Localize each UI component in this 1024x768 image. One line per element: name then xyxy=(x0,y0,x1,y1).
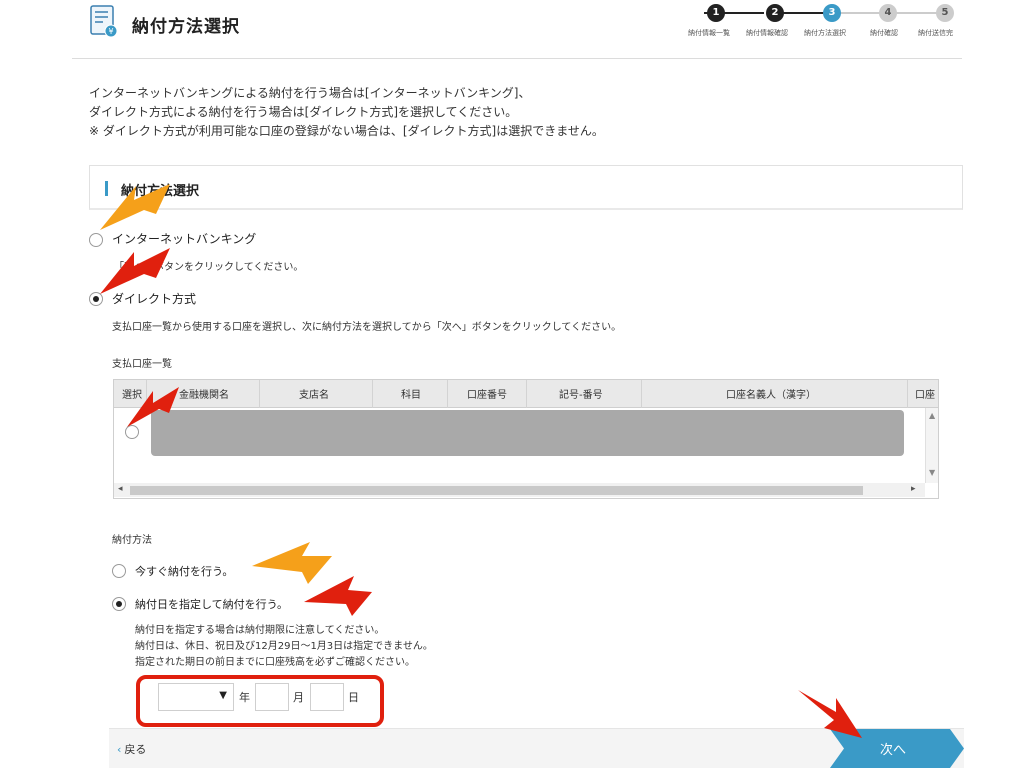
pay-now-radio[interactable] xyxy=(112,564,126,578)
scroll-up-icon[interactable]: ▲ xyxy=(929,411,935,420)
account-row-redacted xyxy=(151,410,904,456)
step-4-label: 納付確認 xyxy=(870,29,898,37)
month-unit: 月 xyxy=(293,691,304,704)
horizontal-scroll-thumb[interactable] xyxy=(130,486,863,495)
scheduled-note: 納付日を指定する場合は納付期限に注意してください。 xyxy=(135,625,385,636)
next-button-label[interactable]: 次へ xyxy=(880,739,906,758)
step-1-label: 納付情報一覧 xyxy=(688,29,730,37)
back-link[interactable]: ‹ 戻る xyxy=(117,741,146,757)
column-header-symbol-number: 記号-番号 xyxy=(559,390,603,401)
step-3-circle: 3 xyxy=(823,4,841,22)
scheduled-note: 納付日は、休日、祝日及び12月29日～1月3日は指定できません。 xyxy=(135,641,433,652)
step-4-circle: 4 xyxy=(879,4,897,22)
day-input[interactable] xyxy=(310,683,344,711)
column-divider xyxy=(447,380,448,408)
red-arrow-icon xyxy=(798,690,862,738)
step-2-circle: 2 xyxy=(766,4,784,22)
pay-now-label[interactable]: 今すぐ納付を行う。 xyxy=(135,563,233,579)
instruction-line: ダイレクト方式による納付を行う場合は[ダイレクト方式]を選択してください。 xyxy=(89,105,518,119)
chevron-down-icon: ▼ xyxy=(219,690,227,701)
scroll-down-icon[interactable]: ▼ xyxy=(929,468,935,477)
scroll-left-icon[interactable]: ◂ xyxy=(118,484,123,494)
instructions: インターネットバンキングによる納付を行う場合は[インターネットバンキング]、 ダ… xyxy=(89,84,604,141)
column-divider xyxy=(259,380,260,408)
account-table-header: 選択 金融機関名 支店名 科目 口座番号 記号-番号 口座名義人（漢字） 口座 xyxy=(114,380,938,408)
red-arrow-icon xyxy=(127,387,179,427)
page-header: ¥ 納付方法選択 1 2 3 4 5 納付情報一覧 納付情報確認 納付方法選択 … xyxy=(0,0,1024,60)
page-title: 納付方法選択 xyxy=(132,17,240,37)
column-header-bank: 金融機関名 xyxy=(179,390,229,401)
step-2-label: 納付情報確認 xyxy=(746,29,788,37)
red-arrow-icon xyxy=(304,576,372,616)
column-divider xyxy=(641,380,642,408)
instruction-line: ※ ダイレクト方式が利用可能な口座の登録がない場合は、[ダイレクト方式]は選択で… xyxy=(89,124,604,138)
account-table[interactable]: 選択 金融機関名 支店名 科目 口座番号 記号-番号 口座名義人（漢字） 口座 … xyxy=(113,379,939,499)
column-divider xyxy=(372,380,373,408)
column-header-account-type: 科目 xyxy=(401,390,421,401)
scheduled-note: 指定された期日の前日までに口座残高を必ずご確認ください。 xyxy=(135,657,415,668)
section-header: 納付方法選択 xyxy=(89,165,963,210)
payment-timing-title: 納付方法 xyxy=(112,535,152,546)
column-header-account-number: 口座番号 xyxy=(467,390,507,401)
vertical-scrollbar[interactable]: ▲ ▼ xyxy=(925,408,938,483)
year-unit: 年 xyxy=(239,691,250,704)
orange-arrow-icon xyxy=(100,184,170,230)
step-3-label: 納付方法選択 xyxy=(804,29,846,37)
column-header-account-more: 口座 xyxy=(915,390,935,401)
back-label: 戻る xyxy=(124,743,147,756)
step-5-label: 納付送信完 xyxy=(918,29,953,37)
progress-steps: 1 2 3 4 5 納付情報一覧 納付情報確認 納付方法選択 納付確認 納付送信… xyxy=(688,4,968,44)
direct-method-note: 支払口座一覧から使用する口座を選択し、次に納付方法を選択してから「次へ」ボタンを… xyxy=(112,322,622,333)
step-1-circle: 1 xyxy=(707,4,725,22)
day-unit: 日 xyxy=(348,691,359,704)
header-divider xyxy=(72,58,962,59)
column-header-branch: 支店名 xyxy=(299,390,329,401)
account-list-title: 支払口座一覧 xyxy=(112,359,172,370)
instruction-line: インターネットバンキングによる納付を行う場合は[インターネットバンキング]、 xyxy=(89,86,531,100)
year-select[interactable]: ▼ xyxy=(158,683,234,711)
horizontal-scrollbar[interactable]: ◂ ▸ xyxy=(114,483,925,497)
scheduled-payment-label[interactable]: 納付日を指定して納付を行う。 xyxy=(135,596,288,612)
month-input[interactable] xyxy=(255,683,289,711)
column-divider xyxy=(907,380,908,408)
document-form-icon: ¥ xyxy=(90,5,118,38)
step-5-circle: 5 xyxy=(936,4,954,22)
column-divider xyxy=(526,380,527,408)
svg-text:¥: ¥ xyxy=(108,27,113,36)
column-header-account-holder: 口座名義人（漢字） xyxy=(726,390,816,401)
chevron-left-icon: ‹ xyxy=(117,743,122,756)
scroll-right-icon[interactable]: ▸ xyxy=(911,484,916,494)
scheduled-payment-radio[interactable] xyxy=(112,597,126,611)
red-arrow-icon xyxy=(100,248,170,294)
